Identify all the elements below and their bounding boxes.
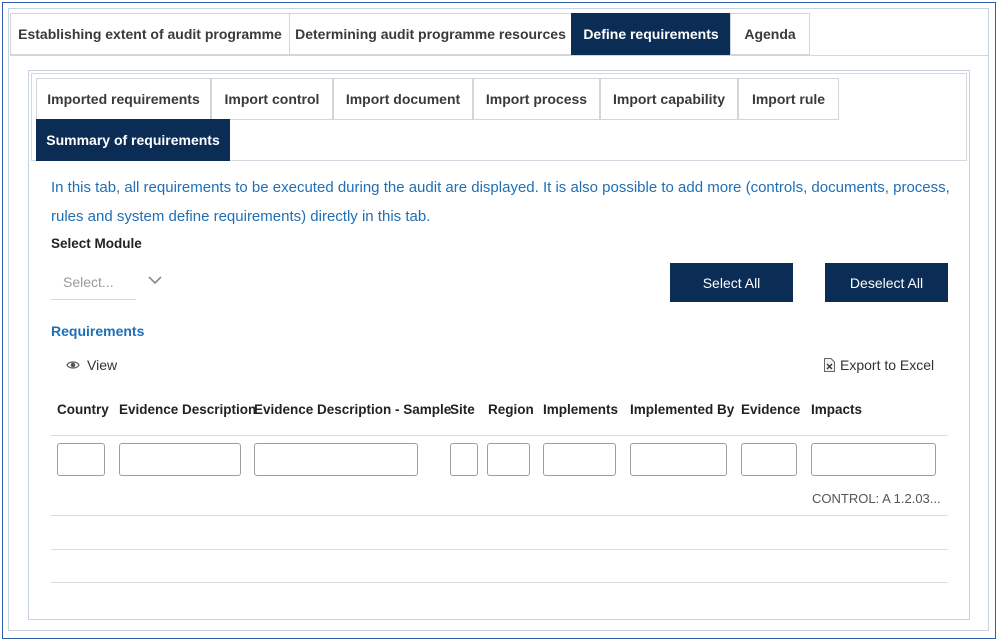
col-implements[interactable]: Implements: [543, 402, 618, 417]
export-excel-button[interactable]: Export to Excel: [824, 357, 934, 373]
col-implemented-by[interactable]: Implemented By: [630, 402, 734, 417]
filter-evidence-description-input[interactable]: [119, 443, 241, 476]
col-evidence-description[interactable]: Evidence Description: [119, 402, 256, 417]
top-tab-bar: Establishing extent of audit programme D…: [10, 13, 810, 55]
table-row-divider: [51, 549, 948, 550]
col-evidence[interactable]: Evidence: [741, 402, 800, 417]
table-row-divider: [51, 582, 948, 583]
filter-evidence-sample-input[interactable]: [254, 443, 418, 476]
col-site[interactable]: Site: [450, 402, 475, 417]
info-text: In this tab, all requirements to be exec…: [51, 179, 950, 225]
view-label: View: [87, 357, 118, 373]
tab-import-rule[interactable]: Import rule: [738, 78, 839, 120]
col-impacts[interactable]: Impacts: [811, 402, 862, 417]
eye-icon: [66, 361, 80, 369]
col-evidence-description-sample[interactable]: Evidence Description - Sample: [254, 402, 451, 417]
excel-icon: [824, 358, 835, 372]
tab-establishing-extent[interactable]: Establishing extent of audit programme: [10, 13, 289, 55]
table-row-divider: [51, 515, 948, 516]
select-all-button[interactable]: Select All: [670, 263, 793, 302]
tab-summary-of-requirements[interactable]: Summary of requirements: [36, 119, 230, 161]
tab-imported-requirements[interactable]: Imported requirements: [36, 78, 211, 120]
filter-impacts-input[interactable]: [811, 443, 936, 476]
tab-determining-resources[interactable]: Determining audit programme resources: [289, 13, 571, 55]
header-divider: [51, 435, 948, 436]
col-region[interactable]: Region: [488, 402, 534, 417]
tab-define-requirements[interactable]: Define requirements: [571, 13, 730, 55]
filter-evidence-input[interactable]: [741, 443, 797, 476]
col-country[interactable]: Country: [57, 402, 109, 417]
export-label: Export to Excel: [840, 357, 935, 373]
tab-import-control[interactable]: Import control: [211, 78, 333, 120]
tab-import-process[interactable]: Import process: [473, 78, 600, 120]
filter-site-input[interactable]: [450, 443, 478, 476]
filter-country-input[interactable]: [57, 443, 105, 476]
filter-region-input[interactable]: [487, 443, 530, 476]
filter-implemented-by-input[interactable]: [630, 443, 727, 476]
tab-import-document[interactable]: Import document: [333, 78, 473, 120]
deselect-all-button[interactable]: Deselect All: [825, 263, 948, 302]
module-select[interactable]: Select...: [51, 264, 136, 300]
tab-divider: [10, 55, 988, 56]
tab-agenda[interactable]: Agenda: [730, 13, 810, 55]
requirements-heading: Requirements: [51, 323, 145, 339]
table-cell-impacts: CONTROL: A 1.2.03...: [812, 491, 941, 506]
select-module-label: Select Module: [51, 236, 142, 251]
view-button[interactable]: View: [66, 357, 117, 373]
chevron-down-icon[interactable]: [148, 275, 162, 285]
filter-implements-input[interactable]: [543, 443, 616, 476]
tab-import-capability[interactable]: Import capability: [600, 78, 738, 120]
